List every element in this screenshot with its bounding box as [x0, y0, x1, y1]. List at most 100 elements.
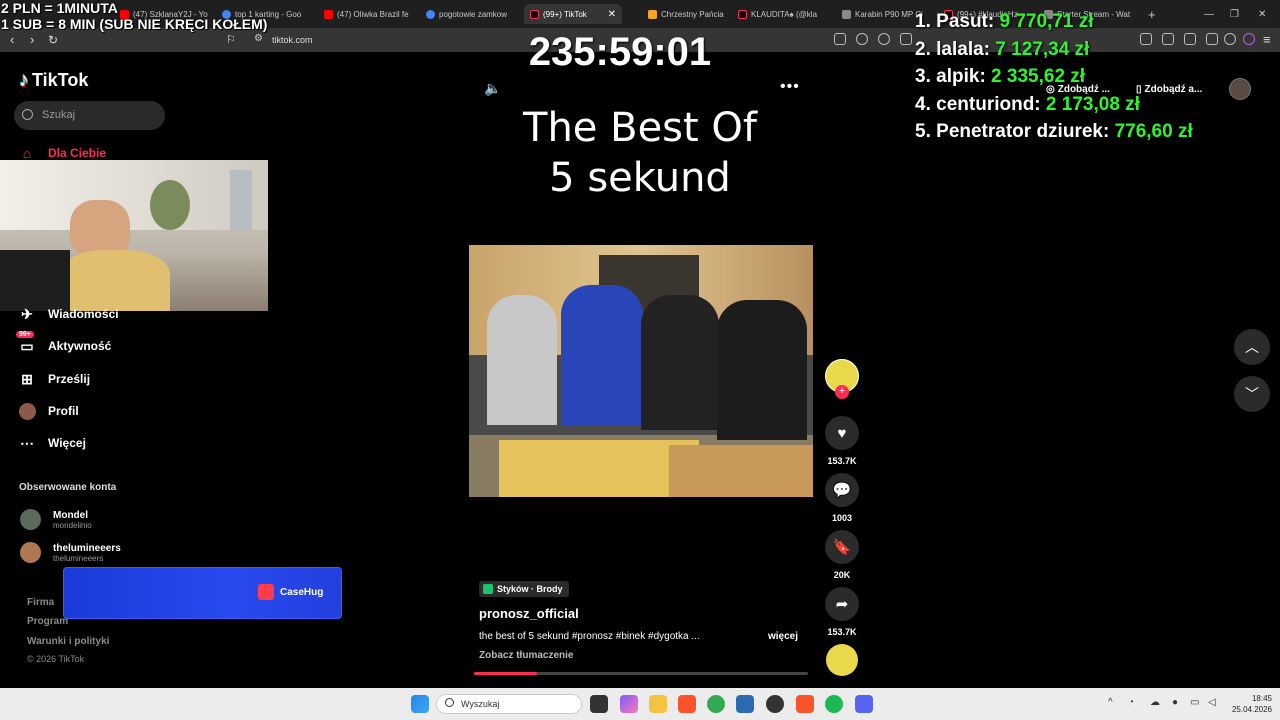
profile-icon[interactable]: [1243, 33, 1255, 45]
search-icon: [22, 109, 33, 120]
video-progress-bar[interactable]: [474, 672, 808, 675]
footer-link-company[interactable]: Firma: [27, 597, 54, 608]
video-description: the best of 5 sekund #pronosz #binek #dy…: [479, 631, 700, 642]
chevron-down-icon: ﹀: [1245, 386, 1259, 402]
share-button[interactable]: ➦ 153.7K: [823, 587, 861, 637]
chrome-icon[interactable]: [707, 695, 725, 713]
tab-favicon-icon: [842, 9, 851, 19]
author-name[interactable]: pronosz_official: [479, 606, 579, 621]
extensions-icon[interactable]: [1206, 33, 1218, 45]
comment-button[interactable]: 💬 1003: [823, 473, 861, 523]
casehug-logo: CaseHug: [258, 584, 323, 600]
donation-leaderboard: 1. Pasut: 9 770,71 zł 2. lalala: 7 127,3…: [915, 8, 1193, 146]
volume-icon[interactable]: ◁: [1208, 697, 1216, 708]
video-title-overlay: The Best Of 5 sekund: [523, 105, 757, 201]
taskbar-clock[interactable]: 18:45 25.04.2026: [1222, 693, 1272, 715]
shield-icon[interactable]: [1224, 33, 1236, 45]
browser-tab[interactable]: KLAUDITA♠ (@kla: [738, 4, 826, 24]
next-video-button[interactable]: ﹀: [1234, 376, 1270, 412]
minimize-icon[interactable]: —: [1204, 4, 1214, 24]
taskbar: [0, 688, 1280, 720]
taskbar-search-input[interactable]: Wyszukaj: [436, 694, 582, 714]
share-arrow-icon: ➦: [825, 587, 859, 621]
footer-link-terms[interactable]: Warunki i polityki: [27, 636, 109, 647]
sidebar-item-profile[interactable]: Profil: [18, 402, 79, 420]
tiktok-icon: ◎: [1046, 83, 1055, 95]
tiktok-icon: [530, 9, 539, 19]
task-view-icon[interactable]: [590, 695, 608, 713]
browser-tab-active[interactable]: (99+) TikTok ✕: [524, 4, 622, 24]
leaderboard-row: 5. Penetrator dziurek: 776,60 zł: [915, 121, 1193, 142]
forward-icon[interactable]: ›: [30, 32, 34, 48]
store-icon[interactable]: [736, 695, 754, 713]
browser-tab[interactable]: Karabin P90 MP Ci: [842, 4, 926, 24]
see-more-link[interactable]: więcej: [768, 631, 798, 642]
progress-fill: [474, 672, 538, 675]
bookmark-icon[interactable]: ⚐: [226, 32, 236, 48]
tray-app-icon[interactable]: ◔: [1128, 697, 1134, 708]
send-icon: ✈: [21, 305, 33, 322]
video-player[interactable]: [469, 245, 813, 497]
browser-tab[interactable]: Chrzestny Pańcia: [648, 4, 724, 24]
maximize-icon[interactable]: ❐: [1230, 4, 1239, 24]
browser-tab[interactable]: (47) Oliwka Brazil fe: [324, 4, 418, 24]
subathon-timer: 235:59:01: [528, 30, 712, 74]
followed-account[interactable]: Mondel mondelinio: [20, 509, 92, 530]
tiktok-logo[interactable]: ♪ TikTok: [19, 69, 88, 92]
windows-start-icon[interactable]: [411, 695, 429, 713]
brave-icon[interactable]: [796, 695, 814, 713]
translate-icon[interactable]: [856, 33, 868, 45]
followed-account[interactable]: thelumineeers thelumineeers: [20, 542, 121, 563]
creator-avatar[interactable]: +: [823, 359, 861, 399]
leaderboard-row: 1. Pasut: 9 770,71 zł: [915, 11, 1094, 32]
tray-chevron-up-icon[interactable]: ^: [1108, 697, 1113, 708]
toolbar-extension-icon[interactable]: [834, 33, 846, 45]
youtube-icon: [324, 9, 333, 19]
previous-video-button[interactable]: ︿: [1234, 329, 1270, 365]
more-dots-icon: ⋯: [20, 434, 34, 451]
back-icon[interactable]: ‹: [10, 32, 14, 48]
like-button[interactable]: ♥ 153.7K: [823, 416, 861, 466]
microphone-icon[interactable]: ●: [1172, 697, 1178, 708]
file-explorer-icon[interactable]: [649, 695, 667, 713]
tray-cloud-icon[interactable]: ☁: [1150, 697, 1160, 708]
browser-tab[interactable]: pogotowie zamkow: [426, 4, 518, 24]
get-app-button[interactable]: ▯ Zdobądź a...: [1136, 80, 1202, 98]
close-window-icon[interactable]: ✕: [1258, 4, 1266, 24]
zoom-icon[interactable]: [878, 33, 890, 45]
sidebar-item-messages[interactable]: ✈ Wiadomości: [18, 305, 118, 323]
tiktok-note-icon: ♪: [19, 69, 29, 91]
network-icon[interactable]: ▭: [1190, 697, 1199, 708]
site-info-icon[interactable]: ⚙: [254, 33, 263, 44]
volume-icon[interactable]: 🔈: [484, 80, 501, 97]
obs-icon[interactable]: [766, 695, 784, 713]
reload-icon[interactable]: ↻: [48, 32, 58, 48]
avatar: [18, 402, 36, 420]
google-icon: [426, 9, 435, 19]
follow-plus-icon[interactable]: +: [835, 385, 849, 399]
avatar[interactable]: [1229, 78, 1251, 100]
footer-link-program[interactable]: Program: [27, 616, 68, 627]
menu-icon[interactable]: ≡: [1263, 32, 1271, 47]
sidebar-item-more[interactable]: ⋯ Więcej: [18, 434, 86, 452]
search-input[interactable]: Szukaj: [14, 101, 165, 130]
spotify-icon[interactable]: [825, 695, 843, 713]
sound-disc[interactable]: [823, 644, 861, 676]
share-icon[interactable]: [900, 33, 912, 45]
sidebar-item-upload[interactable]: ⊞ Prześlij: [18, 370, 90, 388]
get-app-button[interactable]: ◎ Zdobądź ...: [1046, 80, 1110, 98]
more-options-icon[interactable]: •••: [780, 78, 800, 96]
save-button[interactable]: 🔖 20K: [823, 530, 861, 580]
sidebar-item-activity[interactable]: ▭ 99+ Aktywność: [16, 331, 111, 355]
brave-icon[interactable]: [678, 695, 696, 713]
discord-icon[interactable]: [855, 695, 873, 713]
see-translation-link[interactable]: Zobacz tłumaczenie: [479, 650, 573, 661]
close-tab-icon[interactable]: ✕: [608, 9, 616, 20]
location-tag[interactable]: Styków · Brody: [479, 581, 569, 597]
chevron-up-icon: ︿: [1245, 339, 1259, 355]
avatar: [20, 509, 41, 530]
stream-info-overlay: 2 PLN = 1MINUTA 1 SUB = 8 MIN (SUB NIE K…: [1, 0, 268, 32]
share-count: 153.7K: [827, 627, 857, 637]
copilot-icon[interactable]: [620, 695, 638, 713]
save-count: 20K: [833, 570, 851, 580]
